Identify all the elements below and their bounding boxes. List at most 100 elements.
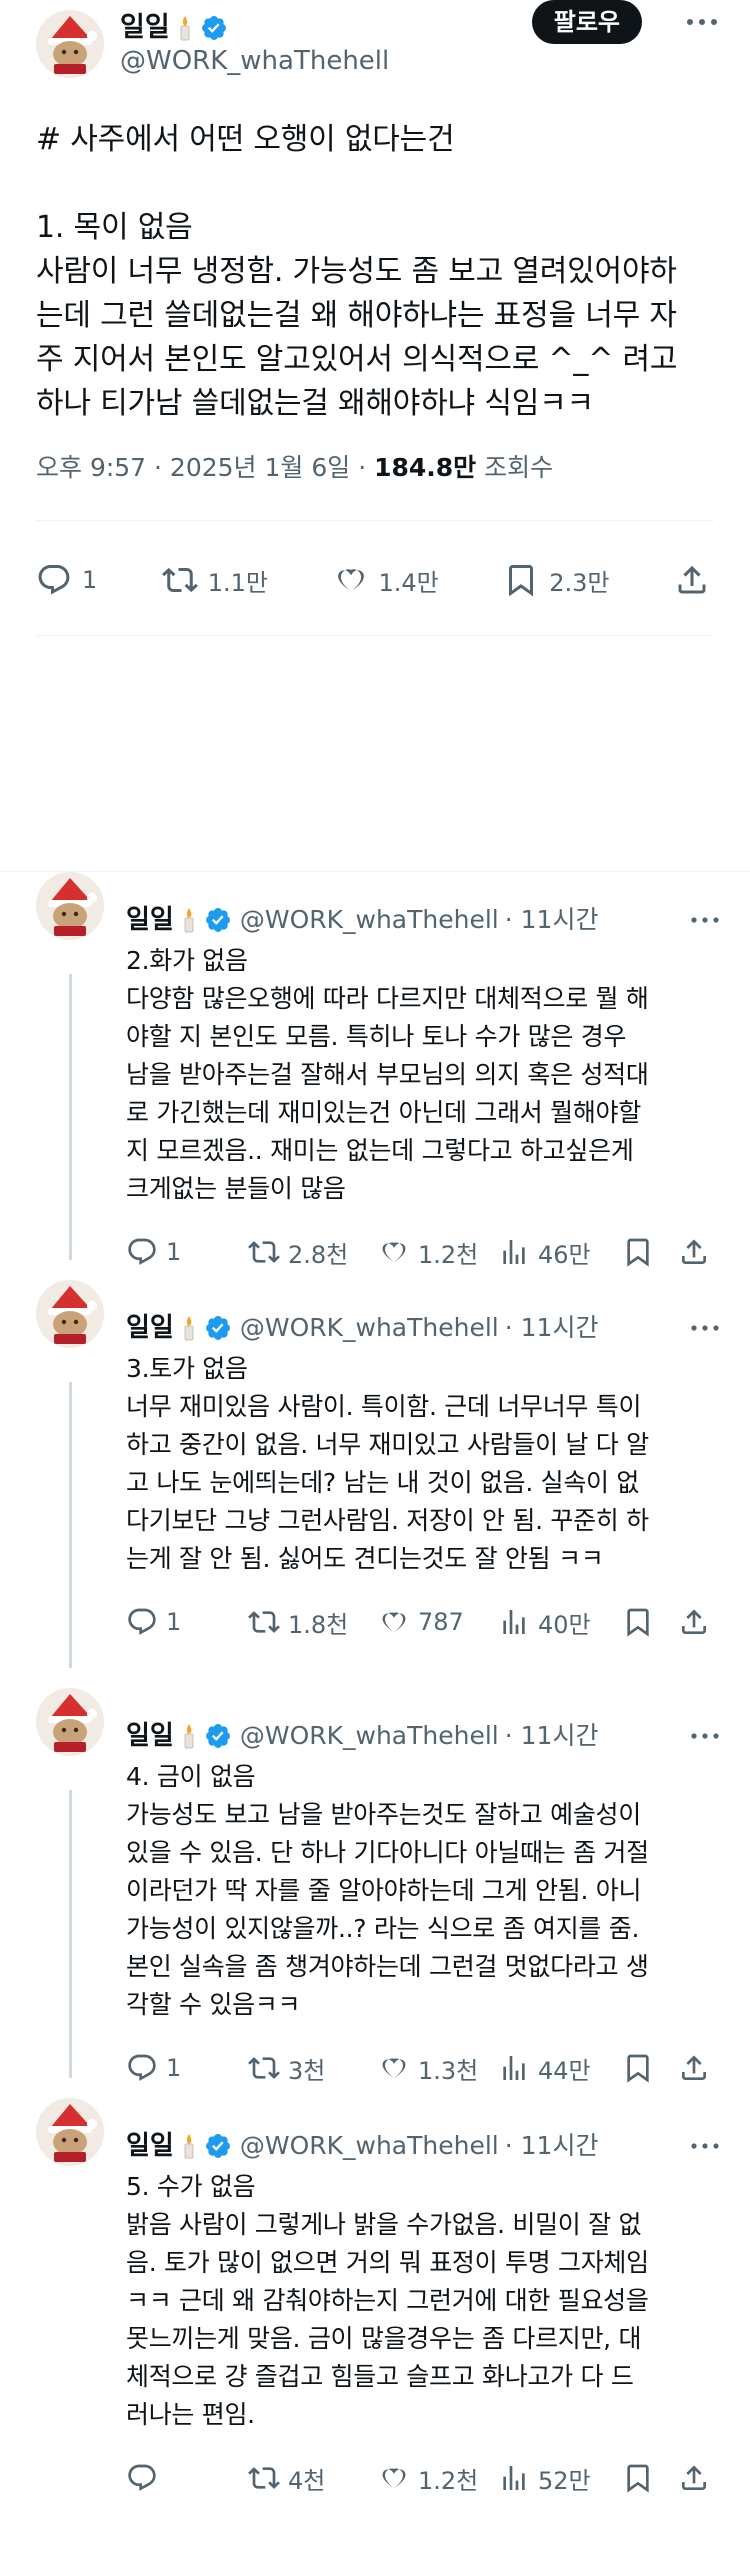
author-handle[interactable]: @WORK_whaThehell [240,1720,499,1752]
reply-timestamp[interactable]: · 11시간 [505,904,599,936]
author-name[interactable]: 일일 [126,1311,174,1345]
reply-button[interactable]: 1 [126,1236,248,1268]
share-icon [682,2465,706,2490]
like-button[interactable]: 1.2천 [378,1235,498,1270]
follow-button[interactable]: 팔로우 [531,0,642,44]
views-button[interactable]: 40만 [498,1605,622,1640]
bookmark-button[interactable] [622,2052,678,2084]
author-handle[interactable]: @WORK_whaThehell [240,1312,499,1344]
share-button[interactable] [678,2462,710,2494]
views-button[interactable]: 44만 [498,2051,622,2086]
views-icon [503,1610,525,1634]
tweet-thread-page: 일일 @WORK_whaThehell 팔로우 # 사주에서 어떤 오행이 없다… [0,0,750,2573]
more-icon[interactable] [688,2136,722,2156]
heart-icon [382,2058,406,2079]
verified-badge-icon [205,1724,230,1748]
share-button[interactable] [678,2052,710,2084]
retweet-count: 1.8천 [288,1610,349,1639]
view-count: 46만 [538,1240,591,1269]
more-icon[interactable] [688,1726,722,1746]
reply-icon [128,1238,156,1265]
tweet-timestamp[interactable]: 오후 9:57 · 2025년 1월 6일 · [36,453,374,482]
like-count: 787 [418,1608,464,1636]
reply-timestamp[interactable]: · 11시간 [505,1312,599,1344]
share-icon [682,1609,706,1634]
main-tweet-text: # 사주에서 어떤 오행이 없다는건 1. 목이 없음 사람이 너무 냉정함. … [36,122,678,421]
reply-tweet[interactable]: 일일 @WORK_whaThehell · 11시간 3.토가 없음 너무 재미… [0,1280,750,1688]
heart-icon [382,1612,406,1633]
share-icon [682,1239,706,1264]
avatar[interactable] [36,10,104,78]
reply-thread: 일일 @WORK_whaThehell · 11시간 2.화가 없음 다양함 많… [0,872,750,2518]
retweet-icon [248,2057,280,2079]
retweet-count: 3천 [288,2056,326,2085]
reply-button[interactable]: 1 [36,562,97,598]
view-count-label: 조회수 [476,453,554,482]
bookmark-button[interactable] [622,1606,678,1638]
reply-actions: 1 2.8천 1.2천 46만 [126,1232,722,1272]
bookmark-button[interactable] [622,2462,678,2494]
retweet-button[interactable]: 3천 [248,2051,378,2086]
bookmark-button[interactable]: 2.3만 [503,562,609,598]
views-icon [503,2466,525,2490]
reply-button[interactable]: 1 [126,2052,248,2084]
retweet-button[interactable]: 1.1만 [161,562,268,598]
thread-line [69,1382,72,1668]
verified-badge-icon [201,16,226,40]
bookmark-button[interactable] [622,1236,678,1268]
author-name[interactable]: 일일 [126,903,174,937]
more-icon[interactable] [682,6,722,38]
avatar[interactable] [36,1280,104,1348]
tweet-meta: 오후 9:57 · 2025년 1월 6일 · 184.8만 조회수 [36,450,714,486]
bookmark-icon [627,1608,649,1637]
candle-emoji-icon [184,908,194,933]
view-count: 52만 [538,2466,591,2495]
views-button[interactable]: 52만 [498,2461,622,2496]
author-handle[interactable]: @WORK_whaThehell [120,45,389,77]
reply-text: 3.토가 없음 너무 재미있음 사람이. 특이함. 근데 너무너무 특이 하고 … [126,1354,649,1573]
share-button[interactable] [678,1236,710,1268]
like-button[interactable]: 787 [378,1606,498,1638]
retweet-button[interactable]: 2.8천 [248,1235,378,1270]
author-handle[interactable]: @WORK_whaThehell [240,2130,499,2162]
author-name[interactable]: 일일 [120,11,170,45]
reply-button[interactable]: 1 [126,1606,248,1638]
spacer [0,636,750,872]
reply-button[interactable] [126,2462,248,2494]
reply-header: 일일 @WORK_whaThehell · 11시간 [126,900,722,940]
reply-header: 일일 @WORK_whaThehell · 11시간 [126,2126,722,2166]
reply-tweet[interactable]: 일일 @WORK_whaThehell · 11시간 4. 금이 없음 가능성도… [0,1688,750,2098]
avatar[interactable] [36,2098,104,2166]
author-name[interactable]: 일일 [126,1719,174,1753]
reply-count: 1 [166,1608,182,1636]
reply-timestamp[interactable]: · 11시간 [505,1720,599,1752]
more-icon[interactable] [688,1318,722,1338]
bookmark-icon [627,1238,649,1267]
share-button[interactable] [678,1606,710,1638]
more-icon[interactable] [688,910,722,930]
author-handle[interactable]: @WORK_whaThehell [240,904,499,936]
like-button[interactable]: 1.2천 [378,2461,498,2496]
candle-emoji-icon [184,1316,194,1341]
retweet-icon [248,1611,280,1633]
reply-timestamp[interactable]: · 11시간 [505,2130,599,2162]
retweet-icon [248,1241,280,1263]
avatar[interactable] [36,1688,104,1756]
heart-icon [337,569,364,592]
reply-icon [128,2464,156,2491]
retweet-button[interactable]: 1.8천 [248,1605,378,1640]
main-tweet: 일일 @WORK_whaThehell 팔로우 # 사주에서 어떤 오행이 없다… [0,0,750,636]
views-button[interactable]: 46만 [498,1235,622,1270]
like-button[interactable]: 1.3천 [378,2051,498,2086]
reply-tweet[interactable]: 일일 @WORK_whaThehell · 11시간 2.화가 없음 다양함 많… [0,872,750,1280]
reply-icon [128,1608,156,1635]
author-name[interactable]: 일일 [126,2129,174,2163]
author-info: 일일 @WORK_whaThehell [120,11,389,77]
candle-emoji-icon [184,1724,194,1749]
avatar[interactable] [36,872,104,940]
retweet-button[interactable]: 4천 [248,2461,378,2496]
share-button[interactable] [674,562,710,598]
divider [36,635,714,636]
like-button[interactable]: 1.4만 [333,562,439,598]
reply-tweet[interactable]: 일일 @WORK_whaThehell · 11시간 5. 수가 없음 밝음 사… [0,2098,750,2518]
